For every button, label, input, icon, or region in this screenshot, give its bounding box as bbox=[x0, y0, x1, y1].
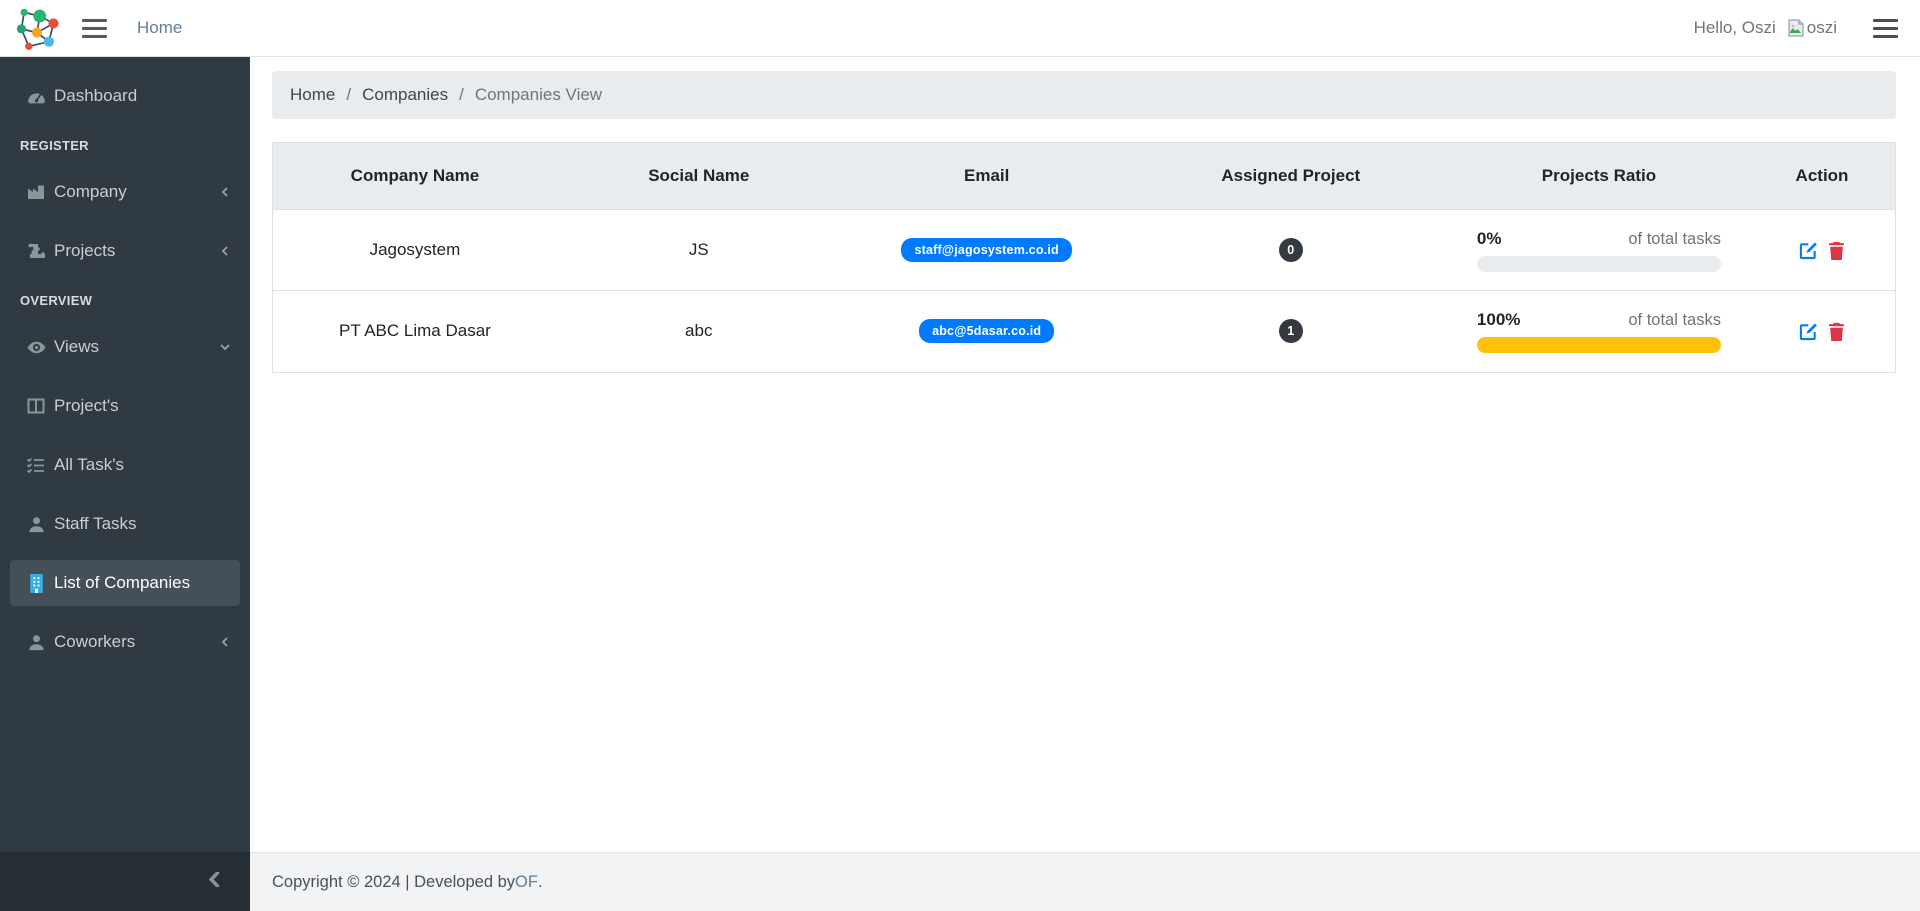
delete-icon[interactable] bbox=[1828, 322, 1845, 342]
control-sidebar-toggle-icon[interactable] bbox=[1873, 18, 1898, 38]
sidebar-item-list-of-companies[interactable]: List of Companies bbox=[10, 560, 240, 606]
edit-icon[interactable] bbox=[1799, 241, 1818, 260]
sidebar-item-all-tasks[interactable]: All Task's bbox=[10, 442, 240, 488]
sidebar-item-label: Project's bbox=[54, 396, 119, 415]
cell-company-name: PT ABC Lima Dasar bbox=[339, 321, 491, 341]
sidebar: Dashboard REGISTER Company Projects OVER… bbox=[0, 57, 250, 911]
cell-projects-ratio: 100% of total tasks bbox=[1449, 291, 1749, 372]
progress-bar bbox=[1476, 336, 1721, 353]
sidebar-item-company[interactable]: Company bbox=[10, 169, 240, 215]
user-icon bbox=[18, 633, 54, 652]
user-greeting: Hello, Oszi bbox=[1693, 18, 1776, 37]
industry-icon bbox=[18, 182, 54, 202]
ratio-caption: of total tasks bbox=[1628, 310, 1721, 329]
user-icon bbox=[18, 515, 54, 534]
columns-icon bbox=[18, 396, 54, 416]
chevron-left-icon bbox=[220, 187, 230, 197]
table-row: PT ABC Lima Dasar abc abc@5dasar.co.id 1… bbox=[273, 291, 1895, 372]
building-icon bbox=[18, 573, 54, 594]
companies-table-container: Company Name Social Name Email Assigned … bbox=[272, 142, 1896, 373]
delete-icon[interactable] bbox=[1828, 241, 1845, 260]
ratio-caption: of total tasks bbox=[1628, 229, 1721, 248]
eye-icon bbox=[18, 337, 54, 358]
tachometer-icon bbox=[18, 86, 54, 107]
sidebar-item-label: Views bbox=[54, 337, 100, 356]
copyright-suffix: . bbox=[537, 872, 543, 891]
sidebar-section-register: REGISTER bbox=[20, 138, 89, 153]
sidebar-item-label: Projects bbox=[54, 241, 116, 260]
sidebar-item-views[interactable]: Views bbox=[10, 324, 240, 370]
content-area: Home / Companies / Companies View Compan… bbox=[250, 57, 1920, 852]
avatar[interactable]: oszi bbox=[1786, 18, 1837, 38]
sidebar-item-label: Dashboard bbox=[54, 86, 138, 105]
email-badge[interactable]: staff@jagosystem.co.id bbox=[901, 238, 1072, 262]
edit-icon[interactable] bbox=[1799, 322, 1818, 341]
ratio-percent: 0% bbox=[1476, 228, 1502, 248]
nav-home-link[interactable]: Home bbox=[137, 18, 182, 38]
col-projects-ratio: Projects Ratio bbox=[1448, 143, 1749, 210]
chevron-left-icon bbox=[220, 246, 230, 256]
sidebar-item-label: Coworkers bbox=[54, 632, 136, 651]
progress-track bbox=[1476, 336, 1721, 353]
companies-table: Company Name Social Name Email Assigned … bbox=[273, 143, 1895, 372]
sidebar-item-projects[interactable]: Projects bbox=[10, 228, 240, 274]
breadcrumb: Home / Companies / Companies View bbox=[272, 71, 1896, 119]
puzzle-icon bbox=[18, 241, 54, 261]
breadcrumb-separator: / bbox=[459, 85, 464, 104]
col-assigned-project: Assigned Project bbox=[1132, 143, 1449, 210]
sidebar-nav: Dashboard REGISTER Company Projects OVER… bbox=[0, 57, 250, 665]
assigned-count-badge: 0 bbox=[1278, 238, 1303, 262]
table-row: Jagosystem JS staff@jagosystem.co.id 0 0… bbox=[273, 209, 1895, 291]
cell-action bbox=[1749, 291, 1895, 372]
table-header-row: Company Name Social Name Email Assigned … bbox=[273, 143, 1895, 210]
navbar-right: Hello, Oszi oszi bbox=[1694, 18, 1898, 38]
copyright-text: Copyright © 2024 | Developed by bbox=[272, 872, 516, 891]
main-footer: Copyright © 2024 | Developed by OF. bbox=[250, 852, 1920, 911]
email-badge[interactable]: abc@5dasar.co.id bbox=[919, 319, 1055, 344]
sidebar-footer bbox=[0, 852, 250, 911]
sidebar-toggle-icon[interactable] bbox=[82, 18, 107, 38]
chevron-down-icon bbox=[220, 342, 230, 352]
sidebar-item-label: Company bbox=[54, 182, 127, 201]
col-social-name: Social Name bbox=[556, 143, 841, 210]
assigned-count-badge: 1 bbox=[1278, 319, 1303, 344]
sidebar-item-staff-tasks[interactable]: Staff Tasks bbox=[10, 501, 240, 547]
chevron-left-icon bbox=[220, 637, 230, 647]
sidebar-section-overview: OVERVIEW bbox=[20, 293, 93, 308]
cell-social-name: abc bbox=[685, 321, 713, 341]
breadcrumb-current: Companies View bbox=[474, 85, 603, 104]
cell-action bbox=[1748, 209, 1895, 291]
sidebar-item-label: All Task's bbox=[54, 455, 125, 474]
cell-social-name: JS bbox=[556, 209, 841, 291]
cell-projects-ratio: 0% of total tasks bbox=[1448, 209, 1749, 291]
breadcrumb-separator: / bbox=[346, 85, 352, 104]
cell-company-name: Jagosystem bbox=[273, 209, 557, 291]
developer-link[interactable]: OF bbox=[515, 873, 538, 892]
sidebar-item-coworkers[interactable]: Coworkers bbox=[10, 619, 240, 665]
sidebar-collapse-icon[interactable] bbox=[207, 870, 222, 892]
col-action: Action bbox=[1748, 143, 1895, 210]
ratio-percent: 100% bbox=[1476, 309, 1521, 329]
brand-logo-icon[interactable] bbox=[14, 5, 60, 51]
sidebar-item-label: Staff Tasks bbox=[54, 514, 137, 533]
col-email: Email bbox=[840, 143, 1133, 210]
col-company-name: Company Name bbox=[273, 143, 557, 210]
avatar-alt-text: oszi bbox=[1806, 18, 1837, 37]
top-navbar: Home Hello, Oszi oszi bbox=[0, 0, 1920, 57]
tasks-icon bbox=[18, 455, 54, 475]
broken-image-icon bbox=[1788, 19, 1804, 37]
sidebar-item-label: List of Companies bbox=[54, 573, 191, 592]
sidebar-item-project-views[interactable]: Project's bbox=[10, 383, 240, 429]
breadcrumb-companies[interactable]: Companies bbox=[362, 85, 448, 105]
progress-track bbox=[1476, 255, 1721, 272]
breadcrumb-home[interactable]: Home bbox=[290, 85, 335, 105]
app-root: Home Hello, Oszi oszi Dashboard REGISTER… bbox=[0, 0, 1920, 911]
sidebar-item-dashboard[interactable]: Dashboard bbox=[10, 73, 240, 119]
